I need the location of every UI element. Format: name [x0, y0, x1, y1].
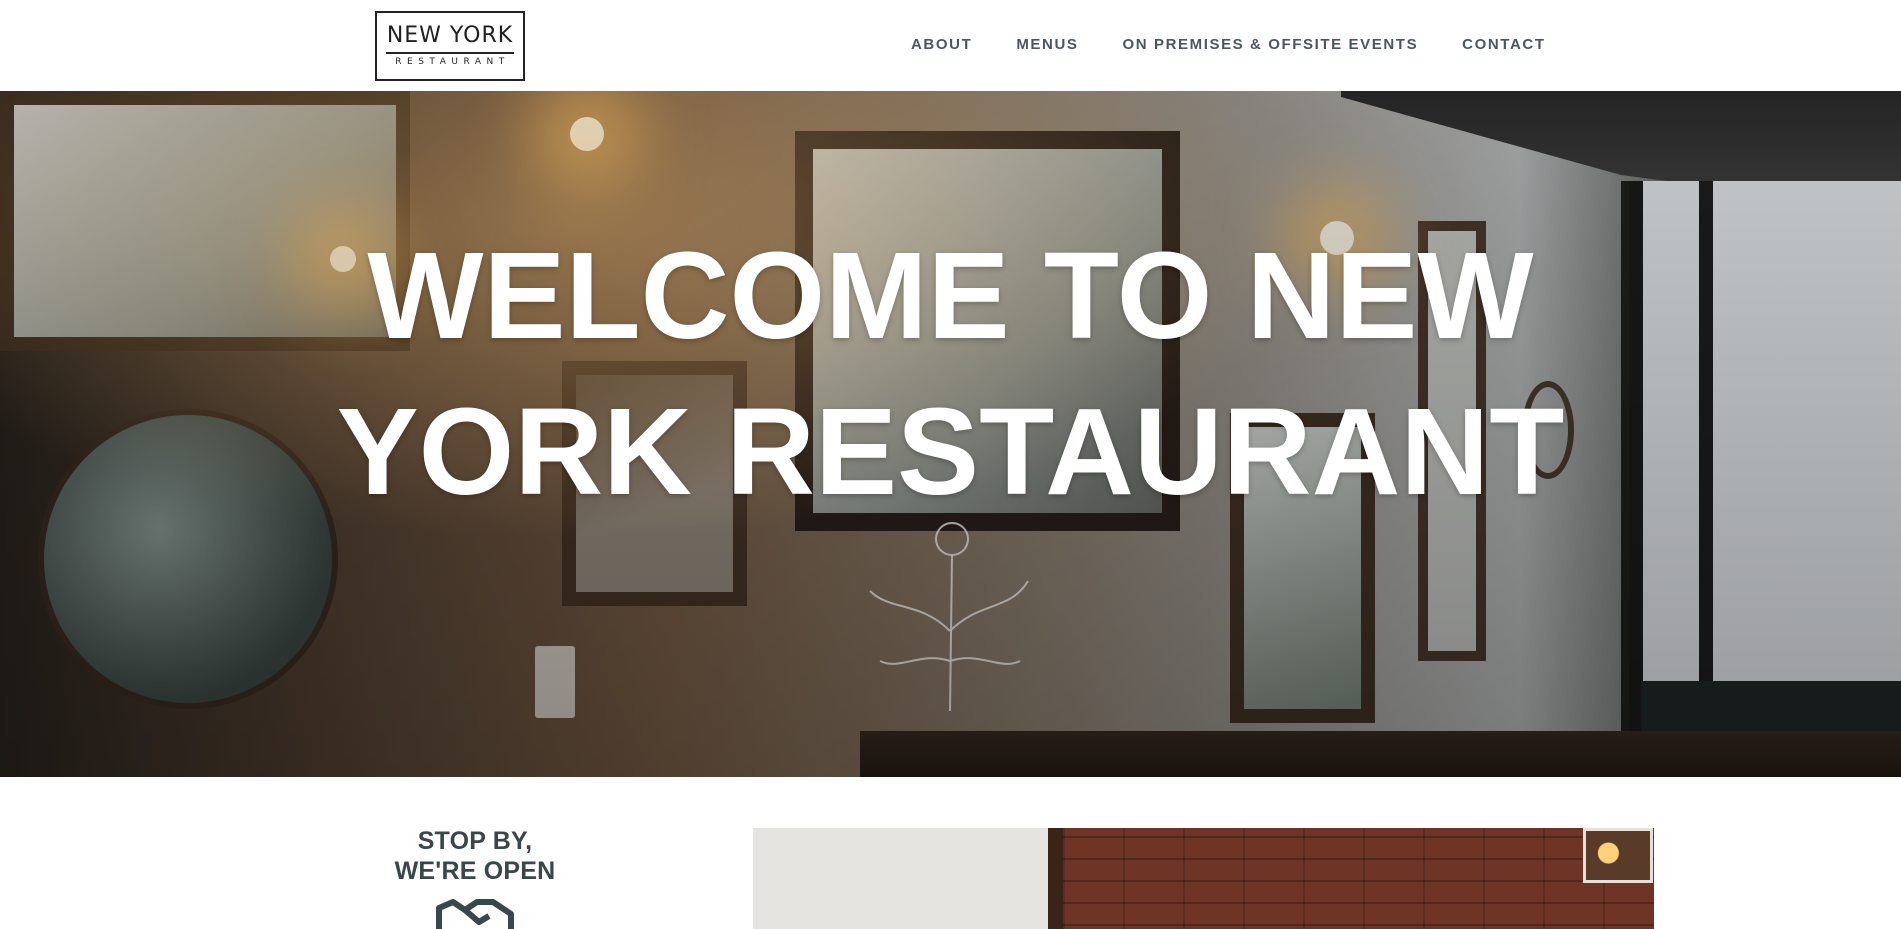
- logo-sub-text: RESTAURANT: [395, 57, 510, 67]
- hero-title: WELCOME TO NEW YORK RESTAURANT: [0, 219, 1901, 531]
- logo-divider: [386, 52, 514, 54]
- main-nav: ABOUT MENUS ON PREMISES & OFFSITE EVENTS…: [911, 36, 1590, 53]
- handshake-icon: [436, 899, 514, 929]
- photo-brick-wall: [1063, 828, 1654, 929]
- hero-title-line-1: WELCOME TO NEW: [367, 228, 1534, 365]
- site-header: NEW YORK RESTAURANT ABOUT MENUS ON PREMI…: [0, 0, 1901, 91]
- nav-about[interactable]: ABOUT: [911, 36, 972, 53]
- open-heading-line-2: WE'RE OPEN: [394, 857, 556, 885]
- nav-contact[interactable]: CONTACT: [1462, 36, 1545, 53]
- nav-events[interactable]: ON PREMISES & OFFSITE EVENTS: [1123, 36, 1419, 53]
- nav-menus[interactable]: MENUS: [1016, 36, 1078, 53]
- photo-wall-sconce: [1583, 828, 1653, 883]
- open-hours-block: STOP BY, WE'RE OPEN: [370, 826, 580, 929]
- logo[interactable]: NEW YORK RESTAURANT: [375, 11, 525, 81]
- restaurant-photo: [753, 828, 1654, 929]
- open-heading-line-1: STOP BY,: [417, 827, 533, 855]
- hero-title-line-2: YORK RESTAURANT: [336, 384, 1565, 521]
- logo-main-text: NEW YORK: [386, 23, 514, 48]
- hero-banner: WELCOME TO NEW YORK RESTAURANT: [0, 91, 1901, 777]
